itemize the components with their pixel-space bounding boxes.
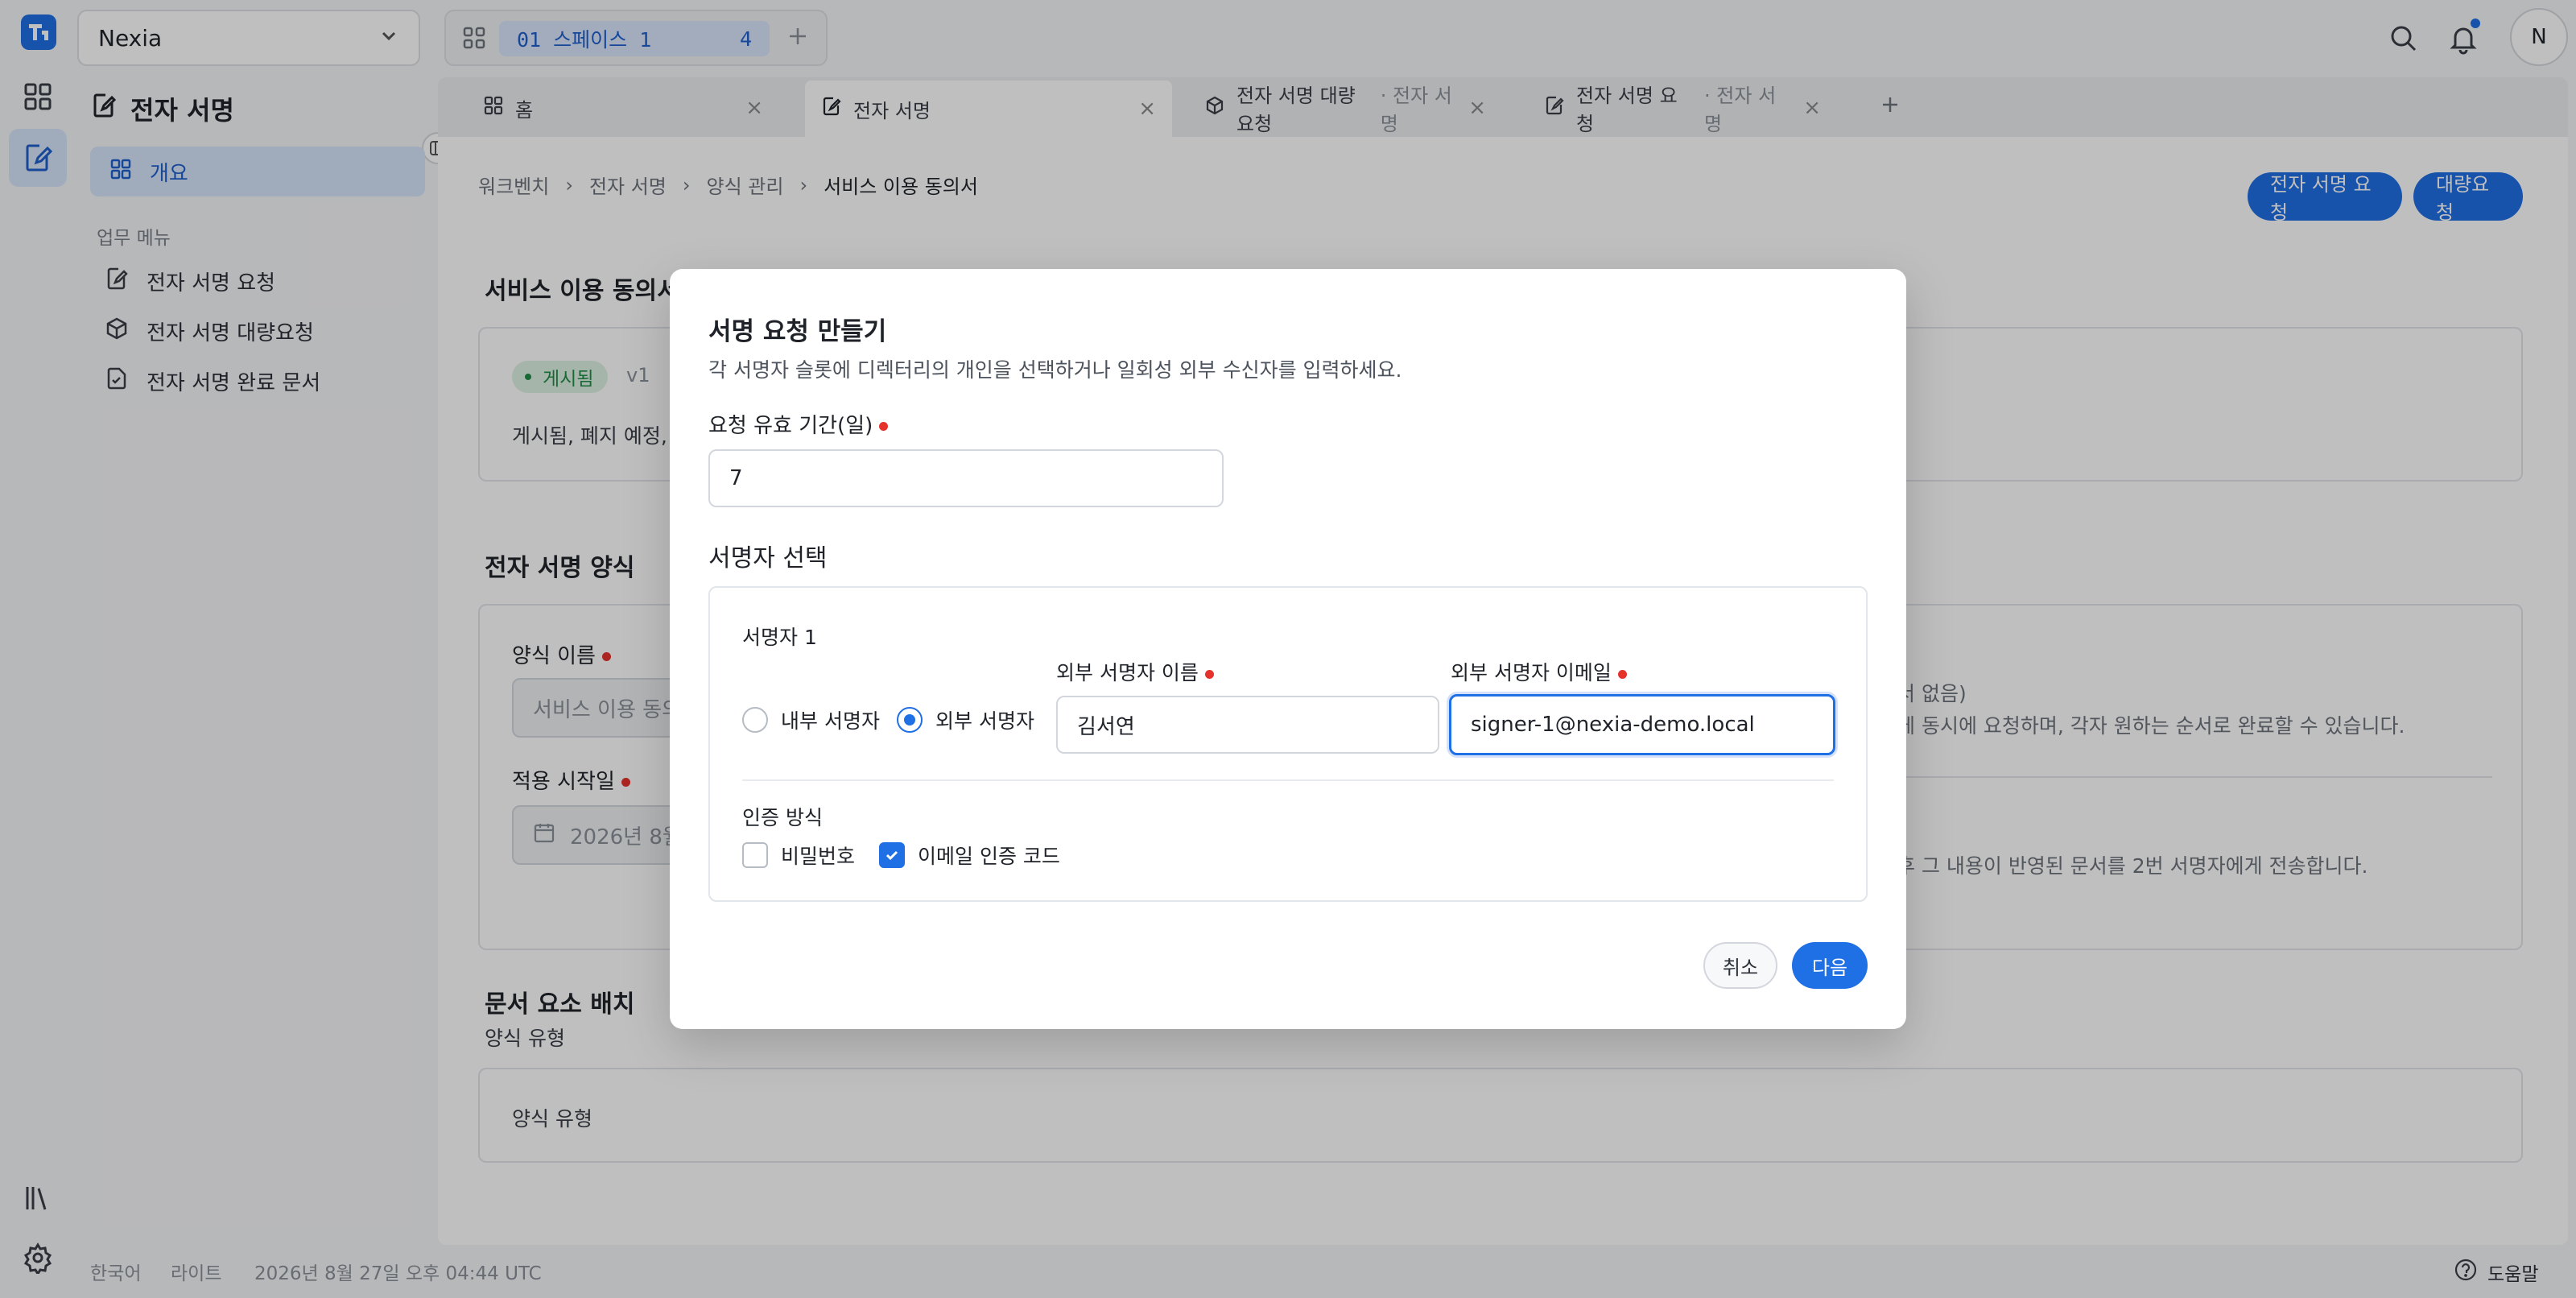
email-code-checkbox[interactable] — [879, 842, 905, 868]
auth-password-option[interactable]: 비밀번호 — [742, 841, 855, 870]
validity-label: 요청 유효 기간(일) — [708, 409, 889, 439]
next-button[interactable]: 다음 — [1792, 942, 1868, 989]
external-name-label: 외부 서명자 이름 — [1056, 657, 1214, 686]
validity-days-input[interactable]: 7 — [708, 449, 1224, 507]
password-label: 비밀번호 — [781, 845, 856, 868]
external-signer-option[interactable]: 외부 서명자 — [897, 705, 1034, 734]
signer-title: 서명자 1 — [742, 626, 817, 649]
external-email-label: 외부 서명자 이메일 — [1451, 657, 1627, 686]
external-signer-label: 외부 서명자 — [935, 709, 1034, 733]
password-checkbox[interactable] — [742, 842, 768, 868]
checkmark-icon — [886, 850, 898, 861]
internal-signer-label: 내부 서명자 — [781, 709, 880, 733]
internal-signer-option[interactable]: 내부 서명자 — [742, 705, 880, 734]
external-email-input[interactable]: signer-1@nexia-demo.local — [1449, 694, 1835, 755]
cancel-button[interactable]: 취소 — [1703, 942, 1777, 989]
auth-email-code-option[interactable]: 이메일 인증 코드 — [879, 841, 1060, 870]
external-signer-radio[interactable] — [897, 707, 923, 733]
auth-title: 인증 방식 — [742, 806, 823, 829]
email-code-label: 이메일 인증 코드 — [918, 845, 1060, 868]
modal-description: 각 서명자 슬롯에 디렉터리의 개인을 선택하거나 일회성 외부 수신자를 입력… — [708, 358, 1402, 382]
divider — [742, 779, 1834, 781]
internal-signer-radio[interactable] — [742, 707, 768, 733]
modal-title: 서명 요청 만들기 — [708, 317, 887, 346]
signer-select-title: 서명자 선택 — [708, 544, 828, 573]
external-name-input[interactable]: 김서연 — [1056, 696, 1439, 754]
